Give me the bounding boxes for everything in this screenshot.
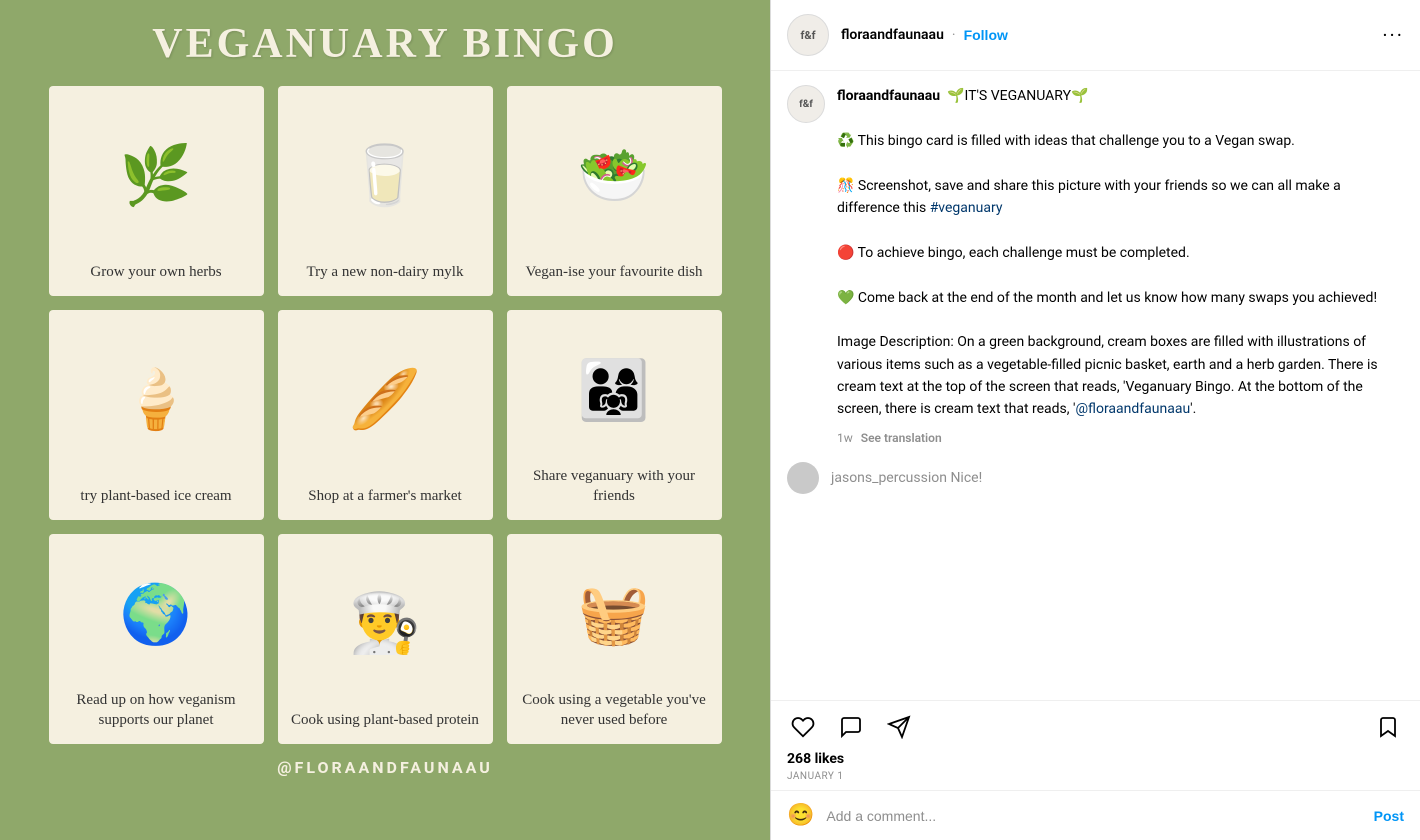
cell-planet-illustration: 🌍	[59, 544, 254, 685]
cell-market-illustration: 🥖	[288, 320, 483, 481]
caption-text-segment: 🔴 To achieve bingo, each challenge must …	[837, 245, 1381, 418]
comment-text: jasons_percussion Nice!	[831, 470, 982, 486]
caption-row: f&f floraandfaunaau 🌱IT'S VEGANUARY🌱 ♻️ …	[787, 85, 1404, 448]
more-options-button[interactable]: ···	[1382, 23, 1404, 47]
mention-link[interactable]: @floraandfaunaau	[1075, 401, 1190, 417]
likes-count: 268 likes	[787, 751, 1404, 767]
cell-mylk: 🥛 Try a new non-dairy mylk	[278, 86, 493, 296]
cell-icecream: 🍦 try plant-based ice cream	[49, 310, 264, 520]
avatar: f&f	[787, 14, 829, 56]
bookmark-button[interactable]	[1372, 711, 1404, 743]
cell-planet: 🌍 Read up on how veganism supports our pl…	[49, 534, 264, 744]
bingo-panel: VEGANUARY BINGO 🌿 Grow your own herbs 🥛 Try…	[0, 0, 770, 840]
caption-body: floraandfaunaau 🌱IT'S VEGANUARY🌱 ♻️ This…	[837, 85, 1404, 448]
bookmark-icon	[1376, 715, 1400, 739]
comment-preview: jasons_percussion Nice!	[787, 462, 1404, 502]
cell-protein-illustration: 👨‍🍳	[288, 544, 483, 705]
like-button[interactable]	[787, 711, 819, 743]
cell-vegetable-illustration: 🧺	[517, 544, 712, 685]
cell-vegetable-emoji: 🧺	[578, 586, 650, 644]
comment-button[interactable]	[835, 711, 867, 743]
cell-market: 🥖 Shop at a farmer's market	[278, 310, 493, 520]
caption-text: 🌱IT'S VEGANUARY🌱 ♻️ This bingo card is f…	[837, 88, 1381, 417]
post-header: f&f floraandfaunaau · Follow ···	[771, 0, 1420, 71]
cell-market-label: Shop at a farmer's market	[308, 487, 461, 507]
cell-share-illustration: 👨‍👩‍👧	[517, 320, 712, 461]
post-date: JANUARY 1	[787, 771, 1404, 782]
send-icon	[887, 715, 911, 739]
cell-herbs: 🌿 Grow your own herbs	[49, 86, 264, 296]
comment-avatar	[787, 462, 819, 494]
cell-icecream-illustration: 🍦	[59, 320, 254, 481]
cell-protein-emoji: 👨‍🍳	[349, 595, 421, 653]
heart-icon	[791, 715, 815, 739]
follow-button[interactable]: Follow	[964, 27, 1008, 43]
cell-herbs-illustration: 🌿	[59, 96, 254, 257]
post-content: f&f floraandfaunaau 🌱IT'S VEGANUARY🌱 ♻️ …	[771, 71, 1420, 700]
cell-planet-label: Read up on how veganism supports our pla…	[59, 691, 254, 730]
cell-veganise-emoji: 🥗	[578, 147, 650, 205]
action-icons	[787, 711, 1404, 743]
cell-share: 👨‍👩‍👧 Share veganuary with your friends	[507, 310, 722, 520]
hashtag-link[interactable]: #veganuary	[930, 200, 1003, 216]
cell-mylk-label: Try a new non-dairy mylk	[307, 263, 464, 283]
cell-protein-label: Cook using plant-based protein	[291, 711, 479, 731]
cell-herbs-label: Grow your own herbs	[90, 263, 221, 283]
comment-icon	[839, 715, 863, 739]
cell-icecream-emoji: 🍦	[120, 371, 192, 429]
caption-username[interactable]: floraandfaunaau	[837, 88, 940, 104]
caption-avatar: f&f	[787, 85, 825, 123]
instagram-post-panel: f&f floraandfaunaau · Follow ··· f&f flo…	[770, 0, 1420, 840]
caption-text-segment: '.	[1190, 401, 1196, 417]
comment-input[interactable]	[826, 808, 1361, 824]
post-comment-button[interactable]: Post	[1374, 808, 1404, 824]
cell-vegetable: 🧺 Cook using a vegetable you've never use…	[507, 534, 722, 744]
cell-icecream-label: try plant-based ice cream	[80, 487, 231, 507]
header-username[interactable]: floraandfaunaau	[841, 27, 944, 43]
cell-veganise: 🥗 Vegan-ise your favourite dish	[507, 86, 722, 296]
cell-protein: 👨‍🍳 Cook using plant-based protein	[278, 534, 493, 744]
caption-text-segment: 🌱IT'S VEGANUARY🌱 ♻️ This bingo card is f…	[837, 88, 1344, 216]
cell-market-emoji: 🥖	[349, 371, 421, 429]
action-bar: 268 likes JANUARY 1	[771, 700, 1420, 790]
cell-share-emoji: 👨‍👩‍👧	[578, 362, 650, 420]
caption-time: 1w	[837, 429, 853, 448]
cell-herbs-emoji: 🌿	[120, 147, 192, 205]
emoji-picker-button[interactable]: 😊	[787, 803, 814, 828]
cell-mylk-illustration: 🥛	[288, 96, 483, 257]
see-translation-button[interactable]: See translation	[861, 429, 942, 448]
post-header-info: floraandfaunaau · Follow	[841, 27, 1382, 43]
cell-veganise-illustration: 🥗	[517, 96, 712, 257]
share-button[interactable]	[883, 711, 915, 743]
bingo-footer: @FLORAANDFAUNAAU	[277, 758, 493, 777]
caption-time-row: 1w See translation	[837, 429, 1404, 448]
cell-veganise-label: Vegan-ise your favourite dish	[525, 263, 702, 283]
dot-separator: ·	[952, 27, 956, 43]
bingo-title: VEGANUARY BINGO	[152, 20, 618, 68]
comment-input-row: 😊 Post	[771, 790, 1420, 840]
bingo-grid: 🌿 Grow your own herbs 🥛 Try a new non-dairy…	[49, 86, 722, 744]
cell-vegetable-label: Cook using a vegetable you've never used…	[517, 691, 712, 730]
cell-planet-emoji: 🌍	[120, 586, 192, 644]
cell-mylk-emoji: 🥛	[349, 147, 421, 205]
cell-share-label: Share veganuary with your friends	[517, 467, 712, 506]
